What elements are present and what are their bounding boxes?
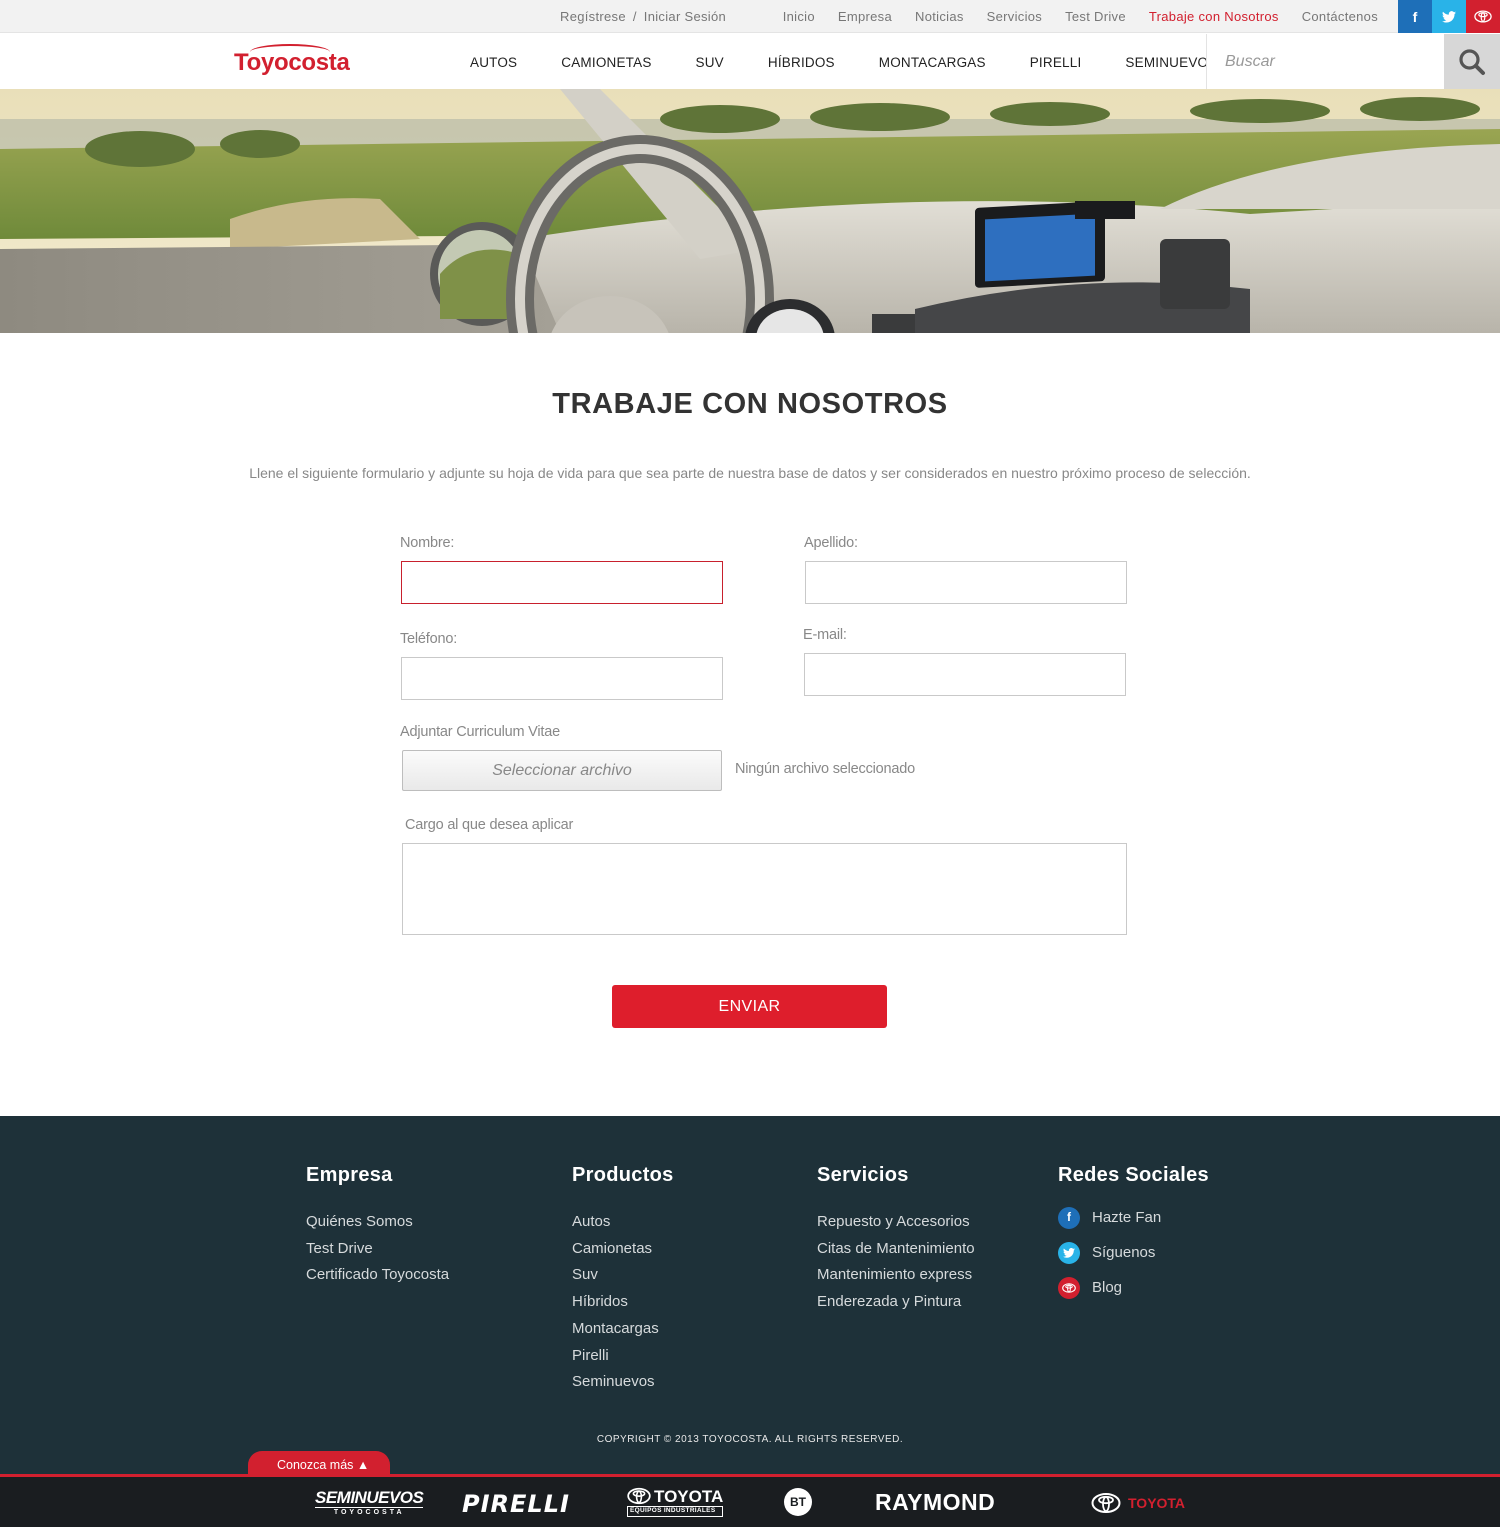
intro-text: Llene el siguiente formulario y adjunte …: [249, 465, 1251, 481]
brand-toyota-logo[interactable]: TOYOTA: [1090, 1493, 1185, 1513]
apellido-field[interactable]: [805, 561, 1127, 604]
footer-link-test-drive[interactable]: Test Drive: [306, 1236, 449, 1263]
auth-separator: /: [632, 9, 637, 24]
footer-link-autos[interactable]: Autos: [572, 1209, 674, 1236]
brand-bt-logo[interactable]: BT: [784, 1488, 812, 1516]
brand-raymond-logo[interactable]: RAYMOND: [875, 1489, 995, 1516]
toyota-icon: [1058, 1276, 1080, 1299]
footer-link-pirelli[interactable]: Pirelli: [572, 1343, 674, 1370]
enviar-button[interactable]: ENVIAR: [612, 985, 887, 1028]
top-nav-servicios[interactable]: Servicios: [987, 0, 1042, 33]
footer-heading-empresa: Empresa: [306, 1164, 393, 1186]
nav-suv[interactable]: SUV: [674, 34, 746, 89]
nombre-field[interactable]: [401, 561, 723, 604]
footer-link-camionetas[interactable]: Camionetas: [572, 1236, 674, 1263]
footer-social-blog[interactable]: Blog: [1058, 1270, 1209, 1305]
brand-toyota-equipos-text: TOYOTA: [654, 1486, 724, 1506]
twitter-icon[interactable]: [1432, 0, 1466, 33]
nombre-label: Nombre:: [400, 535, 455, 551]
footer-link-repuestos[interactable]: Repuesto y Accesorios: [817, 1209, 975, 1236]
footer-link-quienes-somos[interactable]: Quiénes Somos: [306, 1209, 449, 1236]
footer-link-montacargas[interactable]: Montacargas: [572, 1316, 674, 1343]
toyota-emblem-icon: [1091, 1493, 1121, 1513]
facebook-icon[interactable]: f: [1398, 0, 1432, 33]
main-header: Toyocosta AUTOS CAMIONETAS SUV HÍBRIDOS …: [0, 34, 1500, 89]
top-nav-test-drive[interactable]: Test Drive: [1065, 0, 1126, 33]
brand-toyota-text: TOYOTA: [1128, 1495, 1186, 1511]
nav-montacargas[interactable]: MONTACARGAS: [857, 34, 1008, 89]
footer-heading-productos: Productos: [572, 1164, 674, 1186]
top-social-buttons: f: [1398, 0, 1500, 33]
toyota-icon[interactable]: [1466, 0, 1500, 33]
footer-col-redes: Redes Sociales f Hazte Fan Síguenos Blog: [1058, 1164, 1209, 1305]
login-link[interactable]: Iniciar Sesión: [644, 9, 726, 24]
nav-hibridos[interactable]: HÍBRIDOS: [746, 34, 857, 89]
footer-col-servicios: Servicios Repuesto y Accesorios Citas de…: [817, 1164, 975, 1316]
brand-toyota-equipos-logo[interactable]: TOYOTA EQUIPOS INDUSTRIALES: [627, 1486, 724, 1517]
email-label: E-mail:: [803, 627, 847, 643]
brand-seminuevos-logo[interactable]: SEMINUEVOS TOYOCOSTA: [315, 1488, 424, 1516]
footer-link-suv[interactable]: Suv: [572, 1262, 674, 1289]
footer-social-blog-label: Blog: [1092, 1279, 1123, 1296]
footer-heading-redes: Redes Sociales: [1058, 1164, 1209, 1186]
main-nav: AUTOS CAMIONETAS SUV HÍBRIDOS MONTACARGA…: [448, 34, 1239, 89]
footer-social-twitter[interactable]: Síguenos: [1058, 1235, 1209, 1270]
cargo-label: Cargo al que desea aplicar: [405, 817, 574, 833]
email-field[interactable]: [804, 653, 1126, 696]
hero-banner-image: [0, 89, 1500, 333]
nav-camionetas[interactable]: CAMIONETAS: [539, 34, 673, 89]
search-input[interactable]: [1207, 34, 1444, 89]
nav-pirelli[interactable]: PIRELLI: [1008, 34, 1104, 89]
facebook-icon: f: [1058, 1206, 1080, 1229]
footer-link-hibridos[interactable]: Híbridos: [572, 1289, 674, 1316]
cargo-textarea[interactable]: [402, 843, 1127, 935]
brand-pirelli-logo[interactable]: PIRELLI: [462, 1490, 570, 1518]
telefono-label: Teléfono:: [400, 631, 458, 647]
footer-heading-servicios: Servicios: [817, 1164, 909, 1186]
footer-link-certificado[interactable]: Certificado Toyocosta: [306, 1262, 449, 1289]
footer-col-productos: Productos Autos Camionetas Suv Híbridos …: [572, 1164, 674, 1396]
footer-link-mantenimiento-express[interactable]: Mantenimiento express: [817, 1262, 975, 1289]
apellido-label: Apellido:: [804, 535, 858, 551]
copyright-text: COPYRIGHT © 2013 TOYOCOSTA. ALL RIGHTS R…: [596, 1434, 904, 1445]
toyocosta-logo[interactable]: Toyocosta: [234, 49, 350, 77]
brand-seminuevos-sub: TOYOCOSTA: [315, 1507, 424, 1516]
top-nav: Inicio Empresa Noticias Servicios Test D…: [760, 0, 1378, 33]
top-utility-bar: Regístrese / Iniciar Sesión Inicio Empresa…: [0, 0, 1500, 33]
footer-social-facebook-label: Hazte Fan: [1092, 1209, 1162, 1226]
twitter-icon: [1058, 1241, 1080, 1264]
nav-autos[interactable]: AUTOS: [448, 34, 539, 89]
file-status-text: Ningún archivo seleccionado: [735, 761, 915, 777]
page-title: TRABAJE CON NOSOTROS: [552, 388, 948, 420]
brand-toyota-equipos-sub: EQUIPOS INDUSTRIALES: [627, 1506, 724, 1517]
top-nav-contactenos[interactable]: Contáctenos: [1302, 0, 1378, 33]
footer-col-empresa: Empresa Quiénes Somos Test Drive Certifi…: [306, 1164, 449, 1289]
top-nav-empresa[interactable]: Empresa: [838, 0, 892, 33]
search-icon[interactable]: [1444, 34, 1500, 89]
top-nav-inicio[interactable]: Inicio: [783, 0, 815, 33]
telefono-field[interactable]: [401, 657, 723, 700]
search-box: [1206, 34, 1444, 89]
cv-label: Adjuntar Curriculum Vitae: [400, 724, 560, 740]
footer-link-enderezada[interactable]: Enderezada y Pintura: [817, 1289, 975, 1316]
footer-social-facebook[interactable]: f Hazte Fan: [1058, 1200, 1209, 1235]
footer-social-twitter-label: Síguenos: [1092, 1244, 1156, 1261]
footer-link-seminuevos[interactable]: Seminuevos: [572, 1369, 674, 1396]
footer-link-citas[interactable]: Citas de Mantenimiento: [817, 1236, 975, 1263]
brand-seminuevos-text: SEMINUEVOS: [315, 1488, 424, 1507]
auth-links: Regístrese / Iniciar Sesión: [560, 0, 726, 33]
select-file-button[interactable]: Seleccionar archivo: [402, 750, 722, 791]
toyota-equipos-emblem-icon: [627, 1487, 651, 1505]
top-nav-noticias[interactable]: Noticias: [915, 0, 964, 33]
brand-strip: [0, 1474, 1500, 1527]
top-nav-trabaje[interactable]: Trabaje con Nosotros: [1149, 0, 1279, 33]
register-link[interactable]: Regístrese: [560, 9, 626, 24]
site-footer: Empresa Quiénes Somos Test Drive Certifi…: [0, 1116, 1500, 1474]
